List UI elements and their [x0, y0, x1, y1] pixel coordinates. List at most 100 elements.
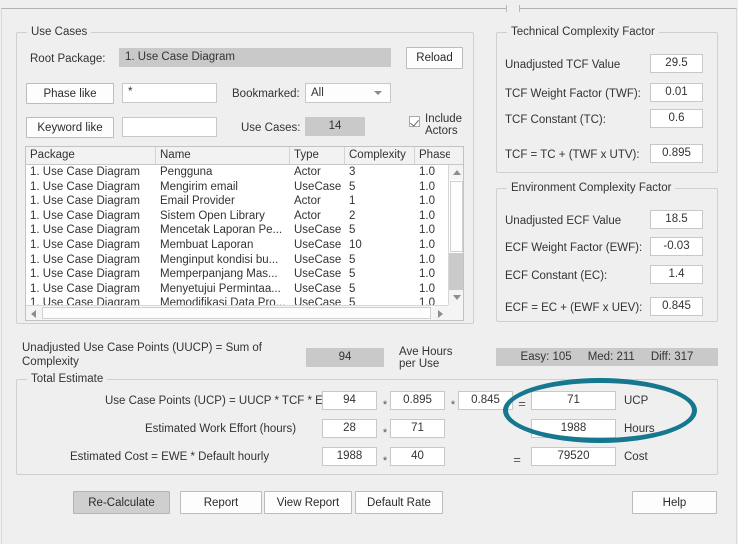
- table-body[interactable]: 1. Use Case Diagram Pengguna Actor 3 1.0 1. U…: [26, 165, 463, 311]
- scroll-up-button[interactable]: [449, 165, 463, 180]
- tcf-row-1-label: TCF Weight Factor (TWF):: [505, 88, 641, 100]
- total-estimate-group-legend: Total Estimate: [27, 373, 108, 385]
- table-cell: UseCase: [294, 224, 342, 237]
- table-cell: 5: [349, 253, 356, 266]
- ucp-equals: =: [518, 396, 526, 411]
- table-cell: Menginput kondisi bu...: [160, 253, 279, 266]
- tcf-formula-value: 0.895: [650, 144, 703, 163]
- table-cell: 1. Use Case Diagram: [30, 166, 140, 178]
- reload-button[interactable]: Reload: [406, 47, 463, 69]
- bookmarked-select[interactable]: All: [305, 83, 391, 103]
- bookmarked-label: Bookmarked:: [232, 88, 300, 100]
- effort-ucp-field[interactable]: 71: [390, 419, 445, 438]
- effort-ave-hours-field[interactable]: 28: [322, 419, 377, 438]
- ucp-ecf-field[interactable]: 0.845: [458, 391, 513, 410]
- report-button-label: Report: [203, 496, 239, 509]
- keyword-like-input[interactable]: [122, 117, 217, 137]
- table-column-header-complexity[interactable]: Complexity: [345, 147, 415, 164]
- use-cases-table[interactable]: Package Name Type Complexity Phase 1. Use Ca…: [25, 146, 464, 321]
- help-button[interactable]: Help: [632, 491, 717, 514]
- default-rate-button[interactable]: Default Rate: [355, 491, 443, 514]
- ecf-row-0-value[interactable]: 18.5: [650, 210, 703, 229]
- table-cell: 1.0: [419, 224, 435, 237]
- ecf-row-1-label: ECF Weight Factor (EWF):: [505, 242, 643, 254]
- table-column-header-phase[interactable]: Phase: [415, 147, 450, 164]
- table-cell: Email Provider: [160, 195, 235, 208]
- horizontal-scroll-thumb[interactable]: [42, 307, 431, 319]
- tcf-row-2-label: TCF Constant (TC):: [505, 114, 606, 126]
- keyword-like-button[interactable]: Keyword like: [26, 117, 114, 138]
- table-row[interactable]: 1. Use Case Diagram Memperpanjang Mas... U…: [26, 267, 463, 282]
- cost-rate-field[interactable]: 40: [390, 447, 445, 466]
- scroll-right-button[interactable]: [433, 306, 448, 320]
- table-column-header-package[interactable]: Package: [26, 147, 156, 164]
- vertical-scroll-thumb[interactable]: [450, 181, 463, 252]
- table-header-row: Package Name Type Complexity Phase: [26, 147, 463, 165]
- vertical-scrollbar[interactable]: [448, 165, 463, 320]
- table-cell: 2: [349, 209, 356, 222]
- phase-like-button-label: Phase like: [43, 87, 97, 100]
- ucp-uucp-field[interactable]: 94: [322, 391, 377, 410]
- table-cell: 1. Use Case Diagram: [30, 268, 140, 281]
- table-column-header-type[interactable]: Type: [290, 147, 345, 164]
- table-cell: Actor: [294, 195, 321, 208]
- table-row[interactable]: 1. Use Case Diagram Email Provider Actor 1 1…: [26, 194, 463, 209]
- ucp-result-field: 71: [531, 391, 616, 410]
- view-report-button[interactable]: View Report: [264, 491, 352, 514]
- ecf-formula-label: ECF = EC + (EWF x UEV):: [505, 302, 643, 314]
- tcf-row-0-value[interactable]: 29.5: [650, 54, 703, 73]
- phase-like-button[interactable]: Phase like: [26, 83, 114, 104]
- phase-like-input[interactable]: *: [122, 83, 217, 103]
- ecf-group-legend: Environment Complexity Factor: [507, 182, 676, 194]
- root-package-label: Root Package:: [30, 53, 106, 65]
- triangle-left-icon: [31, 309, 36, 318]
- cost-ewe-field[interactable]: 1988: [322, 447, 377, 466]
- ecf-row-2-label: ECF Constant (EC):: [505, 270, 608, 282]
- ucp-tcf-field[interactable]: 0.895: [390, 391, 445, 410]
- tcf-row-2-value[interactable]: 0.6: [650, 109, 703, 128]
- effort-unit-label: Hours: [624, 423, 655, 435]
- app-window: Use Cases Root Package: 1. Use Case Diag…: [0, 0, 738, 544]
- root-package-field[interactable]: 1. Use Case Diagram: [119, 48, 391, 67]
- use-cases-count-field: 14: [305, 117, 365, 136]
- scroll-down-button[interactable]: [449, 290, 463, 305]
- tcf-group-legend: Technical Complexity Factor: [507, 26, 659, 38]
- include-actors-checkbox[interactable]: Include Actors: [409, 113, 462, 137]
- table-cell: Menyetujui Permintaa...: [160, 282, 281, 295]
- table-row[interactable]: 1. Use Case Diagram Mengirim email UseCase…: [26, 180, 463, 195]
- default-rate-button-label: Default Rate: [367, 496, 431, 509]
- table-row[interactable]: 1. Use Case Diagram Menginput kondisi bu.…: [26, 253, 463, 268]
- table-cell: Membuat Laporan: [160, 238, 254, 251]
- recalculate-button-label: Re-Calculate: [88, 496, 155, 509]
- table-cell: Mencetak Laporan Pe...: [160, 224, 283, 237]
- tcf-row-1-value[interactable]: 0.01: [650, 83, 703, 102]
- table-cell: Actor: [294, 209, 321, 222]
- table-column-header-name[interactable]: Name: [156, 147, 290, 164]
- include-actors-label: Include Actors: [425, 113, 463, 137]
- table-cell: Memperpanjang Mas...: [160, 268, 278, 281]
- table-row[interactable]: 1. Use Case Diagram Membuat Laporan UseCas…: [26, 238, 463, 253]
- table-row[interactable]: 1. Use Case Diagram Mencetak Laporan Pe..…: [26, 223, 463, 238]
- complexity-status-bar: Easy: 105 Med: 211 Diff: 317: [496, 348, 718, 366]
- table-row[interactable]: 1. Use Case Diagram Menyetujui Permintaa.…: [26, 282, 463, 297]
- ecf-row-0-label: Unadjusted ECF Value: [505, 215, 622, 227]
- table-cell: UseCase: [294, 238, 342, 251]
- recalculate-button[interactable]: Re-Calculate: [73, 491, 170, 514]
- table-cell: 1. Use Case Diagram: [30, 238, 140, 251]
- cost-equals: =: [513, 452, 521, 467]
- horizontal-scrollbar[interactable]: [26, 305, 463, 320]
- table-cell: 3: [349, 166, 356, 178]
- table-cell: Sistem Open Library: [160, 209, 265, 222]
- ecf-row-2-value[interactable]: 1.4: [650, 265, 703, 284]
- table-cell: 1.0: [419, 166, 435, 178]
- table-cell: UseCase: [294, 282, 342, 295]
- table-cell: UseCase: [294, 180, 342, 193]
- table-row[interactable]: 1. Use Case Diagram Sistem Open Library Ac…: [26, 209, 463, 224]
- use-cases-count-label: Use Cases:: [241, 122, 301, 134]
- ecf-row-1-value[interactable]: -0.03: [650, 237, 703, 256]
- report-button[interactable]: Report: [180, 491, 262, 514]
- table-row[interactable]: 1. Use Case Diagram Pengguna Actor 3 1.0: [26, 165, 463, 180]
- scroll-left-button[interactable]: [26, 306, 41, 320]
- status-diff: Diff: 317: [650, 351, 694, 363]
- table-cell: 1.0: [419, 268, 435, 281]
